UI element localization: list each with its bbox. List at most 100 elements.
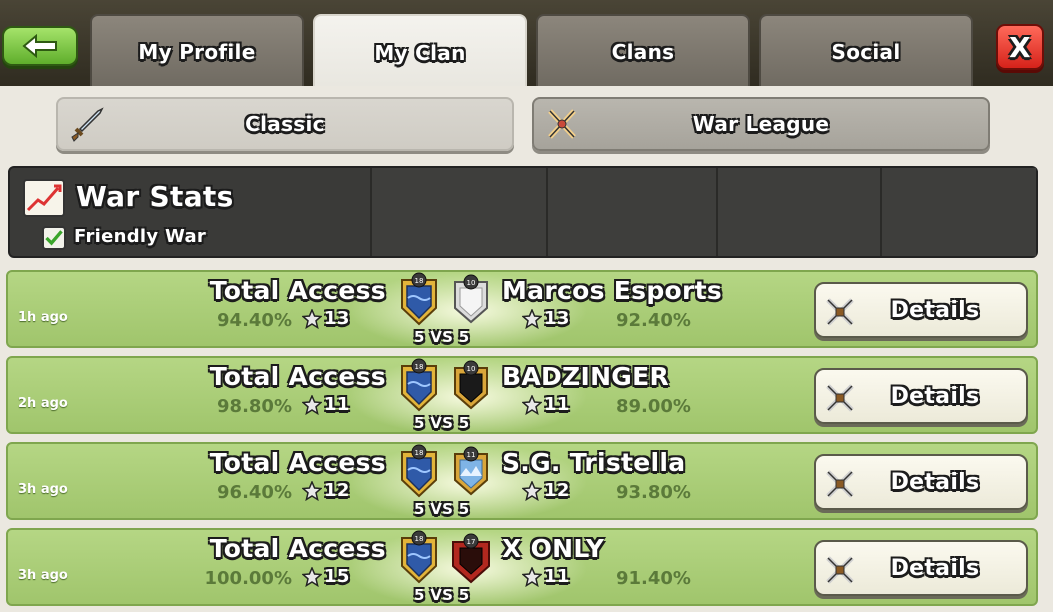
back-arrow-icon [22, 34, 57, 58]
clan-destruction: 100.00% [204, 568, 293, 589]
clan-stars: 11 [302, 394, 350, 415]
tab-social[interactable]: Social [759, 14, 973, 88]
checkmark-icon [45, 230, 63, 246]
svg-text:17: 17 [467, 538, 476, 546]
details-label: Details [890, 469, 980, 495]
svg-text:18: 18 [415, 535, 424, 543]
clan-name: Total Access [209, 362, 386, 391]
war-time-ago: 2h ago [18, 396, 68, 411]
svg-text:18: 18 [415, 363, 424, 371]
war-log-row: 1h ago Total Access 94.40% 13 18 10 5 VS… [6, 270, 1038, 348]
opponent-destruction: 91.40% [616, 568, 691, 589]
clan-star-count: 11 [324, 394, 350, 415]
war-size: 5 VS 5 [414, 328, 470, 346]
war-size: 5 VS 5 [414, 586, 470, 604]
clan-stars: 13 [302, 308, 350, 329]
opponent-stars: 11 [522, 566, 570, 587]
svg-text:10: 10 [467, 279, 476, 287]
opponent-star-count: 12 [544, 480, 570, 501]
clan-star-count: 15 [324, 566, 350, 587]
details-label: Details [890, 297, 980, 323]
svg-text:11: 11 [467, 451, 476, 459]
opponent-destruction: 93.80% [616, 482, 691, 503]
details-button[interactable]: Details [814, 368, 1028, 424]
details-button[interactable]: Details [814, 454, 1028, 510]
war-time-ago: 1h ago [18, 310, 68, 325]
clan-star-count: 13 [324, 308, 350, 329]
opponent-name: BADZINGER [502, 362, 670, 391]
war-log-row: 3h ago Total Access 100.00% 15 18 17 5 V… [6, 528, 1038, 606]
opponent-name: Marcos Esports [502, 276, 723, 305]
opponent-badge-icon: 11 [454, 446, 488, 496]
war-log-row: 2h ago Total Access 98.80% 11 18 10 5 VS… [6, 356, 1038, 434]
clan-stars: 15 [302, 566, 350, 587]
war-time-ago: 3h ago [18, 482, 68, 497]
clan-badge-icon: 18 [401, 530, 437, 584]
war-size: 5 VS 5 [414, 500, 470, 518]
clan-badge-icon: 18 [401, 272, 437, 326]
subtab-classic[interactable]: Classic [56, 97, 514, 151]
svg-text:10: 10 [467, 365, 476, 373]
star-icon [302, 394, 322, 415]
star-icon [522, 394, 542, 415]
stats-chart-icon [23, 179, 65, 217]
clan-badge-icon: 18 [401, 444, 437, 498]
top-bar: My Profile My Clan Clans Social X [0, 0, 1053, 90]
crossed-swords-icon [826, 470, 854, 498]
star-icon [522, 308, 542, 329]
war-stats-title: War Stats [76, 180, 234, 213]
war-stats-header: War Stats Friendly War [8, 166, 1038, 258]
clan-destruction: 96.40% [217, 482, 292, 503]
star-icon [302, 308, 322, 329]
tab-my-clan[interactable]: My Clan [313, 14, 527, 90]
opponent-stars: 11 [522, 394, 570, 415]
clan-destruction: 98.80% [217, 396, 292, 417]
details-button[interactable]: Details [814, 540, 1028, 596]
stats-column [716, 168, 880, 256]
star-icon [522, 480, 542, 501]
subtab-war-league-label: War League [692, 112, 830, 136]
crossed-swords-icon [826, 384, 854, 412]
crossed-swords-icon [826, 556, 854, 584]
clan-war-log-panel: Classic War League War Stats Friendly Wa… [0, 86, 1053, 612]
opponent-destruction: 89.00% [616, 396, 691, 417]
tab-my-profile[interactable]: My Profile [90, 14, 304, 88]
details-button[interactable]: Details [814, 282, 1028, 338]
details-label: Details [890, 555, 980, 581]
sword-icon [71, 107, 104, 142]
clan-destruction: 94.40% [217, 310, 292, 331]
stats-column [546, 168, 716, 256]
opponent-star-count: 11 [544, 394, 570, 415]
opponent-badge-icon: 17 [452, 533, 490, 584]
war-size: 5 VS 5 [414, 414, 470, 432]
opponent-badge-icon: 10 [454, 274, 488, 324]
opponent-name: S.G. Tristella [502, 448, 686, 477]
details-label: Details [890, 383, 980, 409]
opponent-stars: 13 [522, 308, 570, 329]
opponent-star-count: 11 [544, 566, 570, 587]
clan-name: Total Access [209, 448, 386, 477]
star-icon [522, 566, 542, 587]
back-button[interactable] [2, 26, 78, 66]
opponent-badge-icon: 10 [454, 360, 488, 410]
opponent-star-count: 13 [544, 308, 570, 329]
crossed-swords-icon [826, 298, 854, 326]
friendly-war-label: Friendly War [74, 226, 207, 247]
clan-badge-icon: 18 [401, 358, 437, 412]
opponent-stars: 12 [522, 480, 570, 501]
clan-star-count: 12 [324, 480, 350, 501]
star-icon [302, 566, 322, 587]
opponent-name: X ONLY [502, 534, 605, 563]
tab-clans[interactable]: Clans [536, 14, 750, 88]
clan-stars: 12 [302, 480, 350, 501]
war-log-row: 3h ago Total Access 96.40% 12 18 11 5 VS… [6, 442, 1038, 520]
stats-column [370, 168, 546, 256]
subtab-classic-label: Classic [245, 112, 325, 136]
star-icon [302, 480, 322, 501]
close-button[interactable]: X [996, 24, 1044, 70]
war-time-ago: 3h ago [18, 568, 68, 583]
subtab-war-league[interactable]: War League [532, 97, 990, 151]
friendly-war-checkbox[interactable] [42, 226, 66, 250]
crossed-swords-icon [548, 109, 576, 139]
opponent-destruction: 92.40% [616, 310, 691, 331]
